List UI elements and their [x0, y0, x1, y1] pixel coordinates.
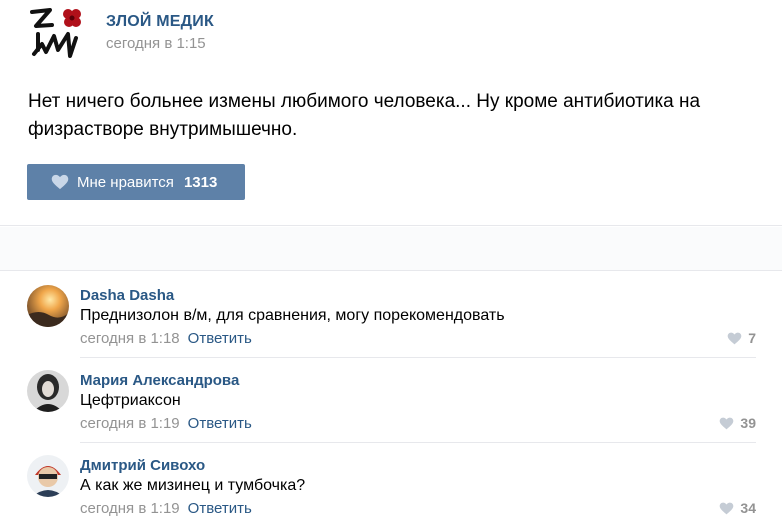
comment-like-count: 34 — [740, 500, 756, 516]
comment-like[interactable]: 34 — [719, 500, 756, 516]
avatar[interactable] — [27, 370, 69, 412]
comment-like[interactable]: 7 — [727, 330, 756, 346]
comment-like-count: 39 — [740, 415, 756, 431]
comment-author[interactable]: Dasha Dasha — [80, 287, 174, 304]
comment: Дмитрий Сивохо А как же мизинец и тумбоч… — [0, 442, 782, 520]
comment-meta: сегодня в 1:19 Ответить — [80, 415, 252, 432]
section-gap — [0, 227, 782, 271]
comment-text: А как же мизинец и тумбочка? — [80, 477, 306, 494]
heart-icon — [727, 332, 742, 344]
comment-author[interactable]: Дмитрий Сивохо — [80, 457, 205, 474]
heart-icon — [51, 174, 69, 190]
comment: Dasha Dasha Преднизолон в/м, для сравнен… — [0, 272, 782, 358]
avatar[interactable] — [27, 455, 69, 497]
comment-time[interactable]: сегодня в 1:18 — [80, 330, 180, 347]
reply-link[interactable]: Ответить — [188, 500, 252, 517]
comment-meta: сегодня в 1:18 Ответить — [80, 330, 252, 347]
post-text: Нет ничего больнее измены любимого челов… — [28, 91, 701, 140]
reply-link[interactable]: Ответить — [188, 415, 252, 432]
comment-text: Преднизолон в/м, для сравнения, могу пор… — [80, 307, 505, 324]
heart-icon — [720, 417, 734, 429]
like-label: Мне нравится — [77, 173, 174, 191]
like-count: 1313 — [183, 173, 218, 191]
zm-logo-icon[interactable] — [28, 4, 86, 58]
like-button[interactable]: Мне нравится 1313 — [27, 164, 245, 200]
post-author[interactable]: ЗЛОЙ МЕДИК — [106, 13, 214, 31]
reply-link[interactable]: Ответить — [188, 330, 252, 347]
comment-author[interactable]: Мария Александрова — [80, 372, 239, 389]
comment-like[interactable]: 39 — [719, 415, 756, 431]
comment: Мария Александрова Цефтриаксон сегодня в… — [0, 357, 782, 443]
comment-time[interactable]: сегодня в 1:19 — [80, 500, 180, 517]
comment-time[interactable]: сегодня в 1:19 — [80, 415, 180, 432]
comment-text: Цефтриаксон — [80, 392, 181, 409]
post-time[interactable]: сегодня в 1:15 — [106, 35, 206, 52]
post: ЗЛОЙ МЕДИК сегодня в 1:15 Нет ничего бол… — [0, 0, 782, 226]
avatar[interactable] — [27, 285, 69, 327]
comment-like-count: 7 — [748, 330, 756, 346]
comment-meta: сегодня в 1:19 Ответить — [80, 500, 252, 517]
heart-icon — [720, 502, 734, 514]
